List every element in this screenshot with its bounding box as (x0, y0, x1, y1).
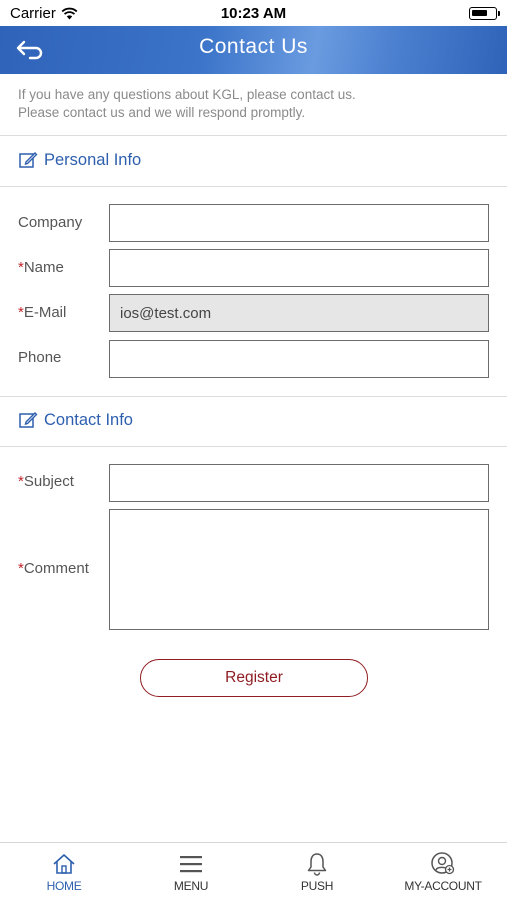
intro-line-2: Please contact us and we will respond pr… (18, 105, 306, 120)
nav-label: MY-ACCOUNT (404, 879, 482, 893)
bottom-nav: HOME MENU PUSH MY-ACCOUNT (0, 842, 507, 900)
divider (0, 446, 507, 447)
email-input[interactable] (109, 294, 489, 332)
divider (0, 396, 507, 397)
battery-icon (469, 7, 500, 20)
company-input[interactable] (109, 204, 489, 242)
menu-icon (180, 856, 202, 873)
nav-menu[interactable]: MENU (136, 851, 246, 893)
phone-input[interactable] (109, 340, 489, 378)
section-label: Personal Info (44, 150, 142, 169)
intro-text: If you have any questions about KGL, ple… (18, 86, 493, 122)
name-label: *Name (18, 259, 64, 276)
intro-line-1: If you have any questions about KGL, ple… (18, 87, 356, 102)
email-label: *E-Mail (18, 304, 67, 321)
page-title: Contact Us (199, 35, 308, 58)
status-time: 10:23 AM (220, 5, 287, 22)
bell-icon (307, 853, 327, 876)
register-button[interactable]: Register (140, 659, 368, 697)
divider (0, 186, 507, 187)
subject-label: *Subject (18, 473, 74, 490)
name-input[interactable] (109, 249, 489, 287)
battery-level (472, 10, 487, 16)
edit-icon (19, 152, 38, 168)
status-bar: Carrier 10:23 AM (0, 0, 507, 26)
nav-home[interactable]: HOME (9, 851, 119, 893)
nav-label: PUSH (300, 879, 334, 893)
company-label: Company (18, 214, 83, 231)
section-contact-info: Contact Info (18, 410, 133, 430)
section-personal-info: Personal Info (18, 150, 141, 170)
home-icon (53, 854, 75, 874)
divider (0, 135, 507, 136)
account-icon (431, 852, 455, 875)
nav-label: HOME (46, 879, 82, 893)
nav-push[interactable]: PUSH (262, 851, 372, 893)
section-label: Contact Info (44, 410, 133, 429)
nav-my-account[interactable]: MY-ACCOUNT (388, 851, 498, 893)
phone-label: Phone (18, 349, 62, 366)
comment-textarea[interactable] (109, 509, 489, 630)
nav-label: MENU (173, 879, 209, 893)
subject-input[interactable] (109, 464, 489, 502)
comment-label: *Comment (18, 560, 89, 577)
header: Contact Us (0, 26, 507, 74)
edit-icon (19, 412, 38, 428)
